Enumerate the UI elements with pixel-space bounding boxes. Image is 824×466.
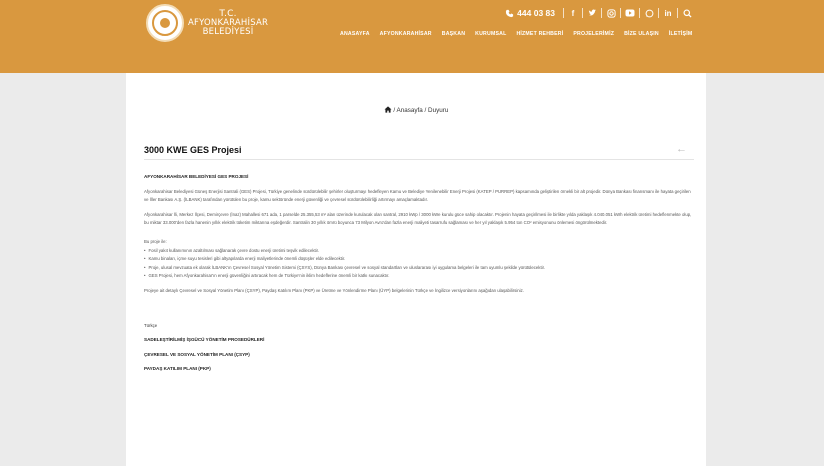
- home-icon[interactable]: [384, 106, 392, 115]
- arrow-left-icon[interactable]: ←: [676, 143, 687, 155]
- phone-link[interactable]: 444 03 83: [504, 8, 555, 18]
- twitter-icon[interactable]: [587, 8, 597, 18]
- brand-name: T.C. AFYONKARAHİSAR BELEDİYESİ: [188, 9, 268, 37]
- paragraph-1: Afyonkarahisar Belediyesi Güneş Enerjisi…: [144, 188, 691, 203]
- site-logo[interactable]: T.C. AFYONKARAHİSAR BELEDİYESİ: [146, 4, 268, 42]
- brand-line-3: BELEDİYESİ: [202, 26, 254, 37]
- phone-icon: [504, 8, 514, 18]
- phone-number: 444 03 83: [517, 8, 555, 18]
- list-item: GES Projesi, hem Afyonkarahisar'ın enerj…: [144, 272, 692, 281]
- nav-item-afyonkarahisar[interactable]: AFYONKARAHİSAR: [380, 31, 432, 37]
- nav-item-iletisim[interactable]: İLETİŞİM: [669, 31, 693, 37]
- nav-item-kurumsal[interactable]: KURUMSAL: [475, 31, 506, 37]
- linkedin-icon[interactable]: in: [663, 8, 673, 18]
- benefits-list: Fosil yakıt kullanımının azaltılması sağ…: [144, 247, 692, 281]
- list-item: Fosil yakıt kullanımının azaltılması sağ…: [144, 247, 692, 256]
- nav-item-hizmet-rehberi[interactable]: HİZMET REHBERİ: [516, 31, 563, 37]
- search-icon[interactable]: [682, 8, 692, 18]
- site-header: T.C. AFYONKARAHİSAR BELEDİYESİ 444 03 83…: [0, 0, 824, 73]
- paragraph-2: Afyonkarahisar İli, Merkez İlçesi, Demir…: [144, 211, 692, 226]
- list-item: Kamu binaları, içme suyu tesisleri gibi …: [144, 255, 692, 264]
- main-content: / Anasayfa / Duyuru 3000 KWE GES Projesi…: [126, 73, 706, 466]
- article-body: AFYONKARAHİSAR BELEDİYESİ GES PROJESİ Af…: [144, 173, 692, 380]
- nav-item-bize-ulasin[interactable]: BİZE ULAŞIN: [624, 31, 659, 37]
- nav-item-projelerimiz[interactable]: PROJELERİMİZ: [573, 31, 614, 37]
- whatsapp-icon[interactable]: [644, 8, 654, 18]
- breadcrumb: / Anasayfa / Duyuru: [126, 106, 706, 115]
- youtube-icon[interactable]: [625, 8, 635, 18]
- document-link-isgucu[interactable]: SADELEŞTİRİLMİŞ İŞGÜCÜ YÖNETİM PROSEDÜRL…: [144, 336, 692, 345]
- document-link-csyp[interactable]: ÇEVRESEL VE SOSYAL YÖNETİM PLANI (ÇSYP): [144, 351, 692, 360]
- title-divider: [144, 159, 694, 160]
- nav-item-anasayfa[interactable]: ANASAYFA: [340, 31, 370, 37]
- seal-logo-icon: [146, 4, 184, 42]
- list-item: Proje, ulusal mevzuata ek olarak İLBANK'…: [144, 264, 692, 273]
- document-link-pkp[interactable]: PAYDAŞ KATILIM PLANI (PKP): [144, 365, 692, 374]
- instagram-icon[interactable]: [606, 8, 616, 18]
- language-label: Türkçe: [144, 322, 158, 328]
- paragraph-3: Projeye ait detaylı Çevresel ve Sosyal Y…: [144, 287, 524, 293]
- breadcrumb-path[interactable]: / Anasayfa / Duyuru: [393, 107, 448, 114]
- page-title: 3000 KWE GES Projesi: [144, 145, 242, 155]
- top-bar: 444 03 83 f in: [504, 8, 692, 18]
- nav-item-baskan[interactable]: BAŞKAN: [442, 31, 465, 37]
- main-nav: ANASAYFA AFYONKARAHİSAR BAŞKAN KURUMSAL …: [340, 31, 692, 37]
- article-heading: AFYONKARAHİSAR BELEDİYESİ GES PROJESİ: [144, 174, 249, 179]
- facebook-icon[interactable]: f: [568, 8, 578, 18]
- list-intro: Bu proje ile:: [144, 238, 167, 244]
